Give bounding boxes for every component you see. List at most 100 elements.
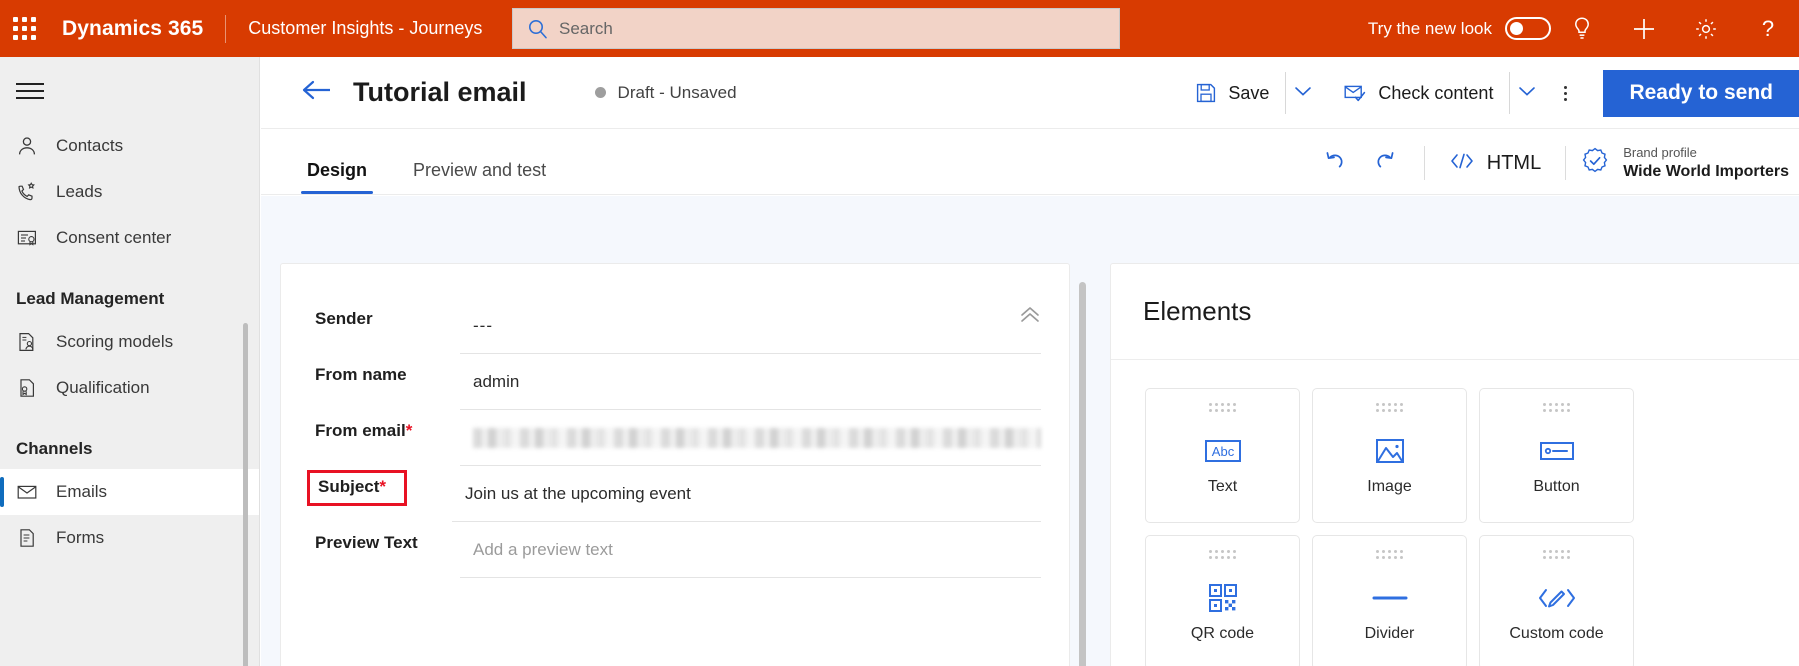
toolbar-divider bbox=[1423, 146, 1425, 180]
undo-button[interactable] bbox=[1310, 140, 1360, 186]
field-value-sender[interactable]: --- bbox=[460, 298, 1041, 354]
check-content-button[interactable]: Check content bbox=[1335, 72, 1501, 114]
redo-icon bbox=[1372, 148, 1398, 179]
back-button[interactable] bbox=[301, 77, 333, 108]
plus-icon bbox=[1631, 16, 1657, 42]
save-button[interactable]: Save bbox=[1187, 72, 1277, 114]
top-navigation-bar: Dynamics 365 Customer Insights - Journey… bbox=[0, 0, 1799, 57]
field-value-subject[interactable]: Join us at the upcoming event bbox=[452, 466, 1041, 522]
sidebar-item-qualification[interactable]: Qualification bbox=[0, 365, 259, 411]
brand-profile-caption: Brand profile bbox=[1623, 145, 1697, 161]
save-dropdown-button[interactable] bbox=[1285, 72, 1319, 114]
svg-text:?: ? bbox=[1762, 16, 1774, 41]
element-label: QR code bbox=[1190, 625, 1255, 642]
element-card-image[interactable]: Image bbox=[1312, 388, 1467, 523]
overflow-dot bbox=[1563, 97, 1567, 101]
html-button[interactable]: HTML bbox=[1439, 141, 1551, 185]
phone-lead-icon bbox=[16, 181, 50, 203]
hamburger-icon-line bbox=[16, 90, 44, 92]
field-label-preview-text: Preview Text bbox=[315, 533, 418, 552]
field-row-preview-text: Preview Text Add a preview text bbox=[315, 522, 1041, 578]
help-button[interactable]: ? bbox=[1737, 0, 1799, 57]
sidebar-scrollbar[interactable] bbox=[243, 323, 248, 666]
try-new-look-toggle[interactable] bbox=[1505, 17, 1551, 40]
toolbar-divider bbox=[1565, 146, 1567, 180]
element-card-qr-code[interactable]: QR code bbox=[1145, 535, 1300, 666]
brand-divider bbox=[225, 14, 227, 43]
field-value-from-name[interactable]: admin bbox=[460, 354, 1041, 410]
chevron-double-up-icon bbox=[1018, 305, 1042, 330]
brand-profile-name: Wide World Importers bbox=[1623, 163, 1789, 180]
element-card-button[interactable]: Button bbox=[1479, 388, 1634, 523]
sidebar-item-contacts[interactable]: Contacts bbox=[0, 123, 259, 169]
overflow-dot bbox=[1563, 91, 1567, 95]
email-header-fields: Sender --- From name admin From email* S… bbox=[281, 264, 1069, 578]
redo-button[interactable] bbox=[1360, 140, 1410, 186]
required-asterisk: * bbox=[405, 421, 413, 440]
brand-title: Dynamics 365 bbox=[62, 16, 204, 40]
sidebar-item-label: Emails bbox=[56, 482, 108, 501]
element-label: Custom code bbox=[1509, 625, 1604, 642]
settings-button[interactable] bbox=[1675, 0, 1737, 57]
field-label-from-name: From name bbox=[315, 365, 407, 384]
sidebar-item-consent-center[interactable]: Consent center bbox=[0, 215, 259, 261]
sidebar-item-leads[interactable]: Leads bbox=[0, 169, 259, 215]
field-row-subject: Subject* Join us at the upcoming event bbox=[307, 466, 1041, 522]
sidebar-item-label: Consent center bbox=[56, 228, 172, 247]
brand-profile-text: Brand profile Wide World Importers bbox=[1623, 144, 1789, 182]
element-card-custom-code[interactable]: Custom code bbox=[1479, 535, 1634, 666]
more-commands-button[interactable] bbox=[1543, 72, 1587, 114]
sidebar-item-scoring-models[interactable]: Scoring models bbox=[0, 319, 259, 365]
element-card-text[interactable]: Abc Text bbox=[1145, 388, 1300, 523]
search-box[interactable] bbox=[512, 8, 1120, 49]
element-label: Text bbox=[1207, 478, 1238, 495]
hamburger-icon-line bbox=[16, 83, 44, 85]
sidebar-item-forms[interactable]: Forms bbox=[0, 515, 259, 561]
app-module-name: Customer Insights - Journeys bbox=[248, 18, 483, 38]
save-label: Save bbox=[1228, 82, 1270, 103]
undo-icon bbox=[1322, 148, 1348, 179]
status-text: Draft - Unsaved bbox=[617, 82, 737, 102]
search-icon bbox=[527, 18, 549, 40]
tab-preview-and-test[interactable]: Preview and test bbox=[407, 160, 552, 194]
check-content-dropdown-button[interactable] bbox=[1509, 72, 1543, 114]
drag-handle-dots-icon bbox=[1376, 403, 1403, 412]
main-content: Tutorial email Draft - Unsaved Save Chec… bbox=[261, 57, 1799, 666]
element-label: Image bbox=[1367, 478, 1412, 495]
ready-to-send-button[interactable]: Ready to send bbox=[1603, 69, 1799, 117]
add-button[interactable] bbox=[1613, 0, 1675, 57]
overflow-dot bbox=[1563, 85, 1567, 89]
lightbulb-button[interactable] bbox=[1551, 0, 1613, 57]
text-abc-icon: Abc bbox=[1202, 430, 1244, 472]
command-bar: Tutorial email Draft - Unsaved Save Chec… bbox=[261, 57, 1799, 129]
elements-panel-title: Elements bbox=[1143, 296, 1252, 326]
hamburger-icon-line bbox=[16, 97, 44, 99]
consent-certificate-icon bbox=[16, 227, 50, 249]
collapse-header-button[interactable] bbox=[1013, 302, 1047, 332]
search-input[interactable] bbox=[559, 18, 1079, 39]
elements-panel-header: Elements bbox=[1111, 264, 1799, 360]
required-asterisk: * bbox=[379, 477, 387, 496]
sidebar-toggle-button[interactable] bbox=[16, 79, 50, 107]
app-launcher-button[interactable] bbox=[0, 0, 48, 57]
sidebar-item-emails[interactable]: Emails bbox=[0, 469, 259, 515]
field-value-preview-text[interactable]: Add a preview text bbox=[460, 522, 1041, 578]
code-brackets-icon bbox=[1449, 151, 1475, 176]
tab-design[interactable]: Design bbox=[301, 160, 374, 194]
element-label: Divider bbox=[1364, 625, 1415, 642]
sidebar-item-label: Leads bbox=[56, 182, 103, 201]
field-value-from-email[interactable] bbox=[460, 410, 1041, 466]
brand-profile-button[interactable]: Brand profile Wide World Importers bbox=[1580, 144, 1799, 182]
element-card-divider[interactable]: Divider bbox=[1312, 535, 1467, 666]
drag-handle-dots-icon bbox=[1543, 550, 1570, 559]
check-mail-icon bbox=[1343, 82, 1367, 104]
editor-canvas: Sender --- From name admin From email* S… bbox=[261, 196, 1799, 666]
sidebar-primary-items: Contacts Leads Consent center bbox=[0, 123, 259, 261]
drag-handle-dots-icon bbox=[1209, 550, 1236, 559]
field-label-sender: Sender bbox=[315, 309, 373, 328]
contact-person-icon bbox=[16, 135, 50, 157]
editor-scrollbar[interactable] bbox=[1079, 282, 1086, 666]
sidebar-group-items-channels: Emails Forms bbox=[0, 469, 259, 561]
left-sidebar: Contacts Leads Consent center Lead Manag… bbox=[0, 57, 260, 666]
sidebar-group-items-lead-management: Scoring models Qualification bbox=[0, 319, 259, 411]
